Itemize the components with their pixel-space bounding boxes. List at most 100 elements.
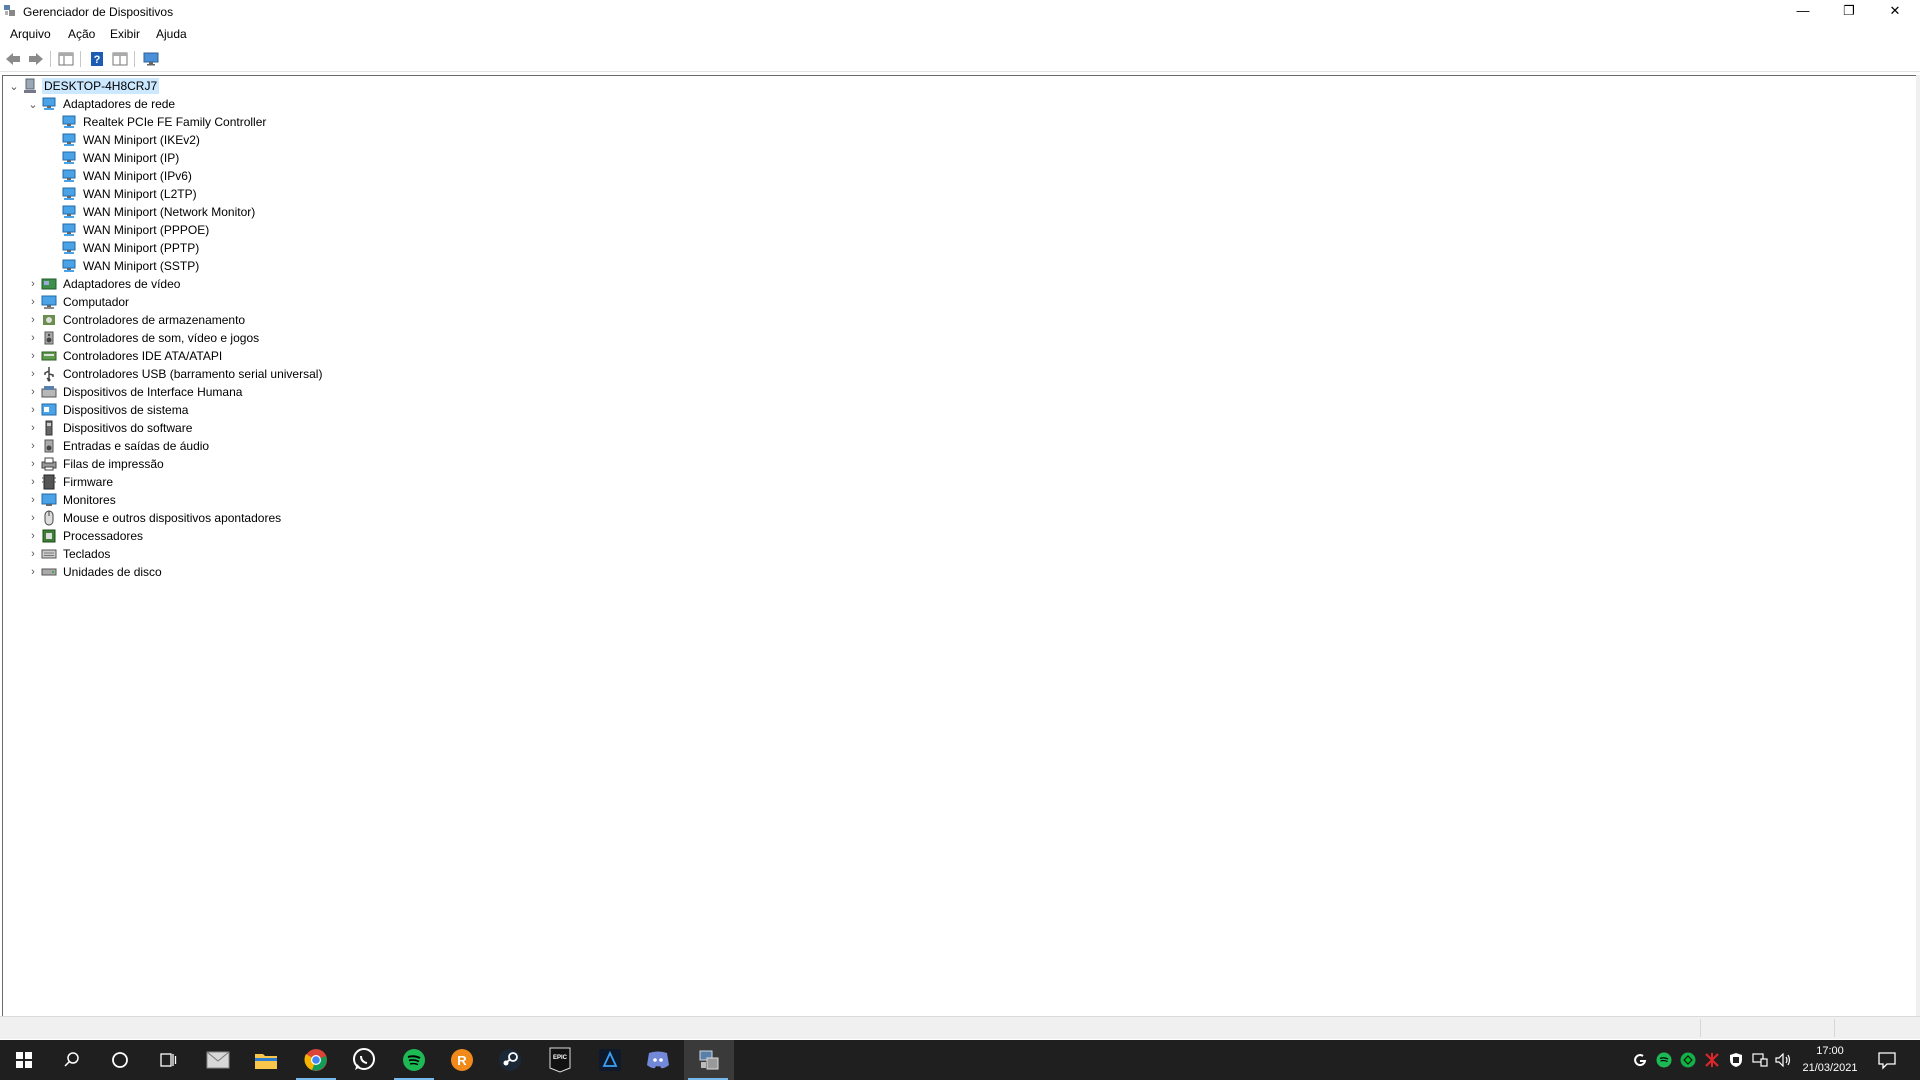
- help-icon[interactable]: ?: [88, 50, 106, 68]
- network-adapter-item[interactable]: WAN Miniport (L2TP): [61, 185, 199, 203]
- network-adapter-icon: [62, 223, 76, 236]
- forward-icon[interactable]: [27, 50, 45, 68]
- expand-icon[interactable]: ›: [25, 564, 41, 580]
- collapse-icon[interactable]: ⌄: [25, 96, 41, 112]
- task-view-button[interactable]: [144, 1040, 192, 1080]
- tree-category[interactable]: › Filas de impressão: [25, 455, 166, 473]
- taskbar-app-rockstar[interactable]: R: [438, 1040, 486, 1080]
- menu-arquivo[interactable]: Arquivo: [10, 27, 51, 41]
- network-adapter-item[interactable]: WAN Miniport (IPv6): [61, 167, 194, 185]
- tree-category[interactable]: › Entradas e saídas de áudio: [25, 437, 211, 455]
- expand-icon[interactable]: ›: [25, 510, 41, 526]
- expand-icon[interactable]: ›: [25, 492, 41, 508]
- tray-g-hub-icon[interactable]: [1630, 1050, 1650, 1070]
- minimize-button[interactable]: —: [1780, 0, 1826, 22]
- menu-exibir[interactable]: Exibir: [110, 27, 140, 41]
- network-adapter-icon: [62, 205, 76, 218]
- vertical-scrollbar[interactable]: [1916, 75, 1920, 1016]
- network-adapter-item[interactable]: WAN Miniport (SSTP): [61, 257, 201, 275]
- tree-category-label: Controladores de armazenamento: [63, 313, 246, 327]
- expand-icon[interactable]: ›: [25, 438, 41, 454]
- tree-category[interactable]: › Mouse e outros dispositivos apontadores: [25, 509, 283, 527]
- taskbar-app-whatsapp[interactable]: [340, 1040, 388, 1080]
- menu-ajuda[interactable]: Ajuda: [156, 27, 187, 41]
- taskbar-app-epic[interactable]: EPIC: [536, 1040, 584, 1080]
- expand-icon[interactable]: ›: [25, 366, 41, 382]
- device-tree[interactable]: ⌄ DESKTOP-4H8CRJ7 ⌄ Adaptadores de rede …: [2, 75, 1916, 1017]
- monitor-icon: [41, 493, 57, 506]
- tree-category[interactable]: › Controladores IDE ATA/ATAPI: [25, 347, 224, 365]
- cortana-button[interactable]: [96, 1040, 144, 1080]
- expand-icon[interactable]: ›: [25, 276, 41, 292]
- tray-security-icon[interactable]: [1726, 1050, 1746, 1070]
- tree-category[interactable]: › Dispositivos de sistema: [25, 401, 190, 419]
- tree-category[interactable]: › Dispositivos de Interface Humana: [25, 383, 244, 401]
- tree-category-network[interactable]: ⌄ Adaptadores de rede: [25, 95, 177, 113]
- expand-icon[interactable]: ›: [25, 384, 41, 400]
- tree-category-label[interactable]: Adaptadores de rede: [61, 96, 177, 112]
- taskbar-app-device-manager[interactable]: [684, 1040, 734, 1080]
- expand-icon[interactable]: ›: [25, 528, 41, 544]
- network-adapter-item[interactable]: WAN Miniport (PPTP): [61, 239, 201, 257]
- expand-icon[interactable]: ›: [25, 474, 41, 490]
- tree-root[interactable]: ⌄ DESKTOP-4H8CRJ7: [6, 77, 160, 95]
- tree-category[interactable]: › Unidades de disco: [25, 563, 164, 581]
- toolbar-separator: [134, 51, 135, 67]
- tray-spotify-icon[interactable]: [1654, 1050, 1674, 1070]
- taskbar-app-explorer[interactable]: [242, 1040, 290, 1080]
- notification-center-icon[interactable]: [1876, 1049, 1898, 1071]
- taskbar-app-battlenet[interactable]: [586, 1040, 634, 1080]
- collapse-icon[interactable]: ⌄: [6, 78, 22, 94]
- taskbar-app-chrome[interactable]: [292, 1040, 340, 1080]
- search-icon: [64, 1052, 79, 1067]
- expand-icon[interactable]: ›: [25, 420, 41, 436]
- menu-acao[interactable]: Ação: [68, 27, 95, 41]
- taskbar-app-discord[interactable]: [634, 1040, 682, 1080]
- tree-category[interactable]: › Computador: [25, 293, 131, 311]
- network-adapter-item[interactable]: WAN Miniport (IKEv2): [61, 131, 202, 149]
- tray-razer-icon[interactable]: [1678, 1050, 1698, 1070]
- taskbar-app-spotify[interactable]: [390, 1040, 438, 1080]
- network-adapter-item[interactable]: WAN Miniport (IP): [61, 149, 181, 167]
- network-adapter-item[interactable]: Realtek PCIe FE Family Controller: [61, 113, 268, 131]
- tree-category[interactable]: › Teclados: [25, 545, 112, 563]
- tree-category[interactable]: › Processadores: [25, 527, 145, 545]
- tree-category-label: Controladores USB (barramento serial uni…: [63, 367, 323, 381]
- status-divider: [1700, 1019, 1701, 1037]
- maximize-button[interactable]: ❐: [1826, 0, 1872, 22]
- search-button[interactable]: [48, 1040, 96, 1080]
- expand-icon[interactable]: ›: [25, 312, 41, 328]
- close-button[interactable]: ✕: [1872, 0, 1918, 22]
- properties-view-icon[interactable]: [57, 50, 75, 68]
- sound-icon: [44, 331, 54, 345]
- network-adapter-icon: [62, 169, 76, 182]
- tree-category[interactable]: › Monitores: [25, 491, 118, 509]
- tree-category[interactable]: › Controladores USB (barramento serial un…: [25, 365, 324, 383]
- tree-category[interactable]: › Firmware: [25, 473, 115, 491]
- start-button[interactable]: [0, 1040, 48, 1080]
- tray-red-app-icon[interactable]: [1702, 1050, 1722, 1070]
- expand-icon[interactable]: ›: [25, 402, 41, 418]
- monitor-scan-icon[interactable]: [142, 50, 160, 68]
- expand-icon[interactable]: ›: [25, 294, 41, 310]
- tree-category-label: Controladores de som, vídeo e jogos: [63, 331, 260, 345]
- expand-icon[interactable]: ›: [25, 546, 41, 562]
- network-adapter-item[interactable]: WAN Miniport (PPPOE): [61, 221, 211, 239]
- details-view-icon[interactable]: [111, 50, 129, 68]
- network-adapter-item[interactable]: WAN Miniport (Network Monitor): [61, 203, 257, 221]
- expand-icon[interactable]: ›: [25, 348, 41, 364]
- tree-category[interactable]: › Adaptadores de vídeo: [25, 275, 182, 293]
- tree-category[interactable]: › Dispositivos do software: [25, 419, 194, 437]
- back-icon[interactable]: [4, 50, 22, 68]
- expand-icon[interactable]: ›: [25, 330, 41, 346]
- taskbar-clock[interactable]: 17:00 21/03/2021: [1790, 1043, 1870, 1077]
- processor-icon: [42, 529, 56, 543]
- tree-root-label[interactable]: DESKTOP-4H8CRJ7: [42, 78, 160, 94]
- tray-network-icon[interactable]: [1750, 1050, 1770, 1070]
- device-manager-icon: [699, 1050, 719, 1070]
- tree-category[interactable]: › Controladores de som, vídeo e jogos: [25, 329, 261, 347]
- tree-category[interactable]: › Controladores de armazenamento: [25, 311, 247, 329]
- taskbar-app-mail[interactable]: [194, 1040, 242, 1080]
- taskbar-app-steam[interactable]: [486, 1040, 534, 1080]
- expand-icon[interactable]: ›: [25, 456, 41, 472]
